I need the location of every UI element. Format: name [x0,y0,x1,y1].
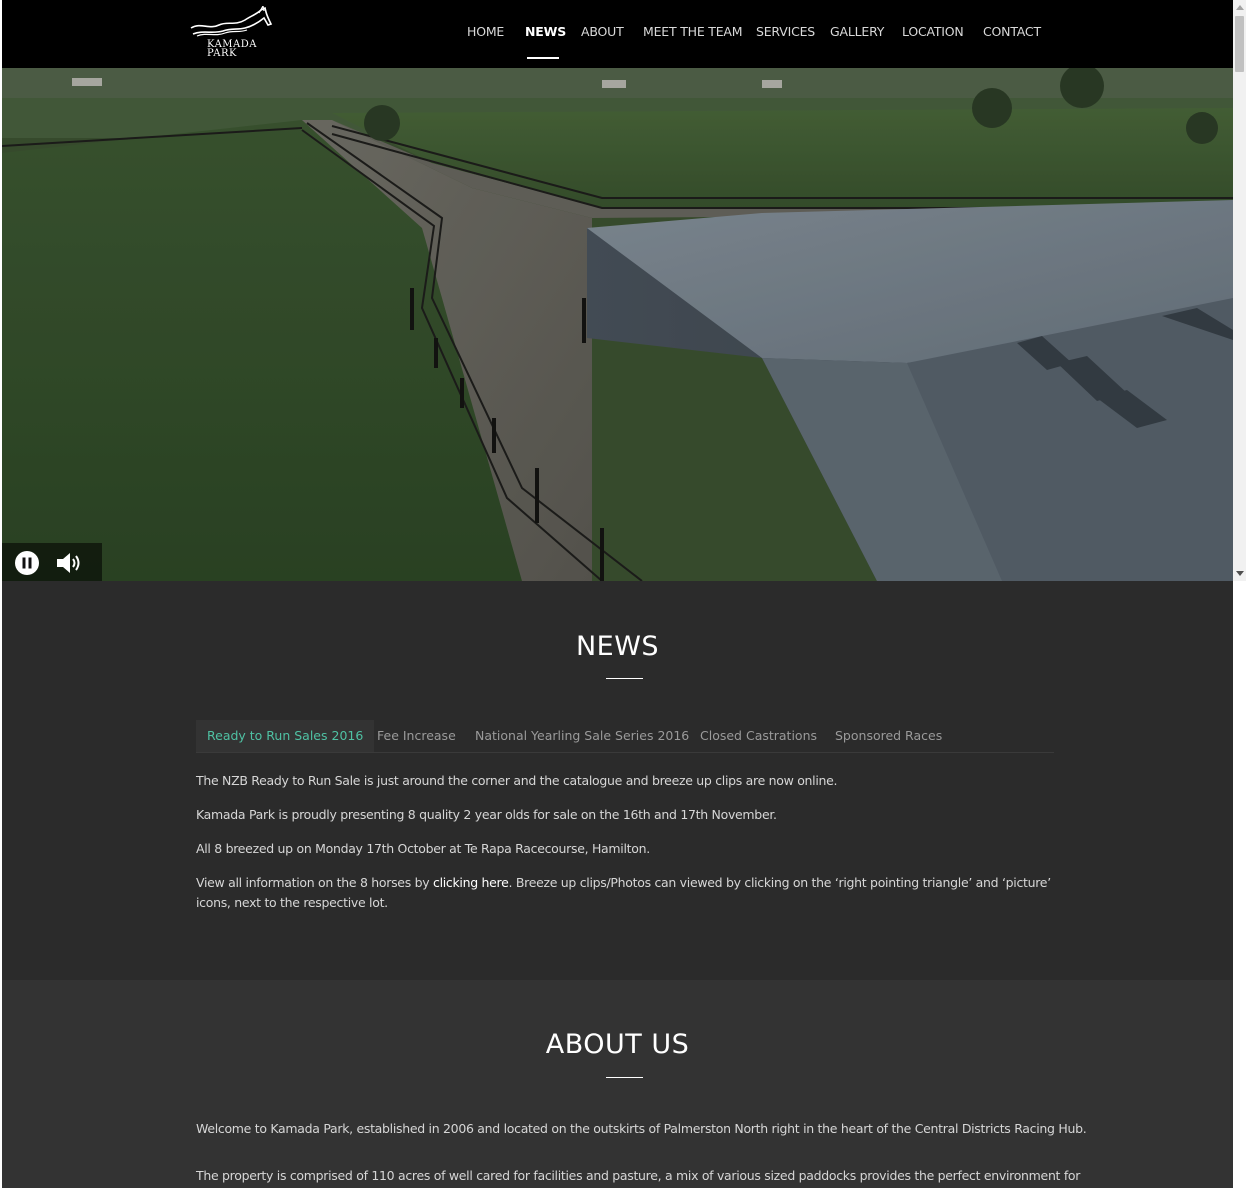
hero-video-frame [2,68,1233,581]
logo-line-2: PARK [207,48,238,59]
nav-contact[interactable]: CONTACT [983,24,1041,39]
news-tab-content: The NZB Ready to Run Sale is just around… [196,771,1056,927]
page-scrollbar[interactable] [1233,0,1246,581]
clicking-here-link[interactable]: clicking here [433,875,509,890]
about-title-rule [606,1077,643,1078]
horse-logo-icon [190,4,273,37]
video-controls [2,543,102,581]
site-header: KAMADA PARK HOME NEWS ABOUT MEET THE TEA… [2,0,1233,68]
news-info-paragraph: View all information on the 8 horses by … [196,873,1056,913]
hero-video[interactable] [2,68,1233,581]
tab-national-yearling-sale-series-2016[interactable]: National Yearling Sale Series 2016 [464,720,700,752]
info-text-before: View all information on the 8 horses by [196,875,433,890]
nav-gallery[interactable]: GALLERY [830,24,884,39]
news-title-rule [606,678,643,679]
scroll-up-arrow-icon[interactable] [1236,5,1244,10]
page: KAMADA PARK HOME NEWS ABOUT MEET THE TEA… [2,0,1233,1188]
news-tabs: Ready to Run Sales 2016 Fee Increase Nat… [196,720,1054,753]
about-paragraph: The property is comprised of 110 acres o… [196,1168,1081,1183]
tab-ready-to-run-sales-2016[interactable]: Ready to Run Sales 2016 [196,720,375,752]
tab-sponsored-races[interactable]: Sponsored Races [824,720,953,752]
nav-meet-the-team[interactable]: MEET THE TEAM [643,24,743,39]
news-paragraph: All 8 breezed up on Monday 17th October … [196,841,650,856]
tab-closed-castrations[interactable]: Closed Castrations [689,720,828,752]
active-nav-indicator [527,57,559,59]
pause-icon[interactable] [14,550,40,576]
news-paragraph: Kamada Park is proudly presenting 8 qual… [196,807,777,822]
about-section: ABOUT US Welcome to Kamada Park, establi… [2,980,1233,1188]
nav-services[interactable]: SERVICES [756,24,815,39]
about-paragraph: Welcome to Kamada Park, established in 2… [196,1121,1087,1136]
news-title: NEWS [575,631,660,662]
news-paragraph: The NZB Ready to Run Sale is just around… [196,773,838,788]
about-body: Welcome to Kamada Park, established in 2… [196,1119,1087,1188]
nav-location[interactable]: LOCATION [902,24,964,39]
scroll-down-arrow-icon[interactable] [1236,571,1244,576]
news-section: NEWS Ready to Run Sales 2016 Fee Increas… [2,581,1233,980]
tab-fee-increase[interactable]: Fee Increase [366,720,467,752]
volume-icon[interactable] [54,550,84,576]
nav-about[interactable]: ABOUT [581,24,624,39]
scrollbar-thumb[interactable] [1235,16,1244,72]
nav-news[interactable]: NEWS [525,24,566,39]
logo-wordmark: KAMADA PARK [207,40,257,59]
site-logo[interactable]: KAMADA PARK [187,4,277,62]
nav-home[interactable]: HOME [467,24,504,39]
about-title: ABOUT US [545,1029,690,1060]
